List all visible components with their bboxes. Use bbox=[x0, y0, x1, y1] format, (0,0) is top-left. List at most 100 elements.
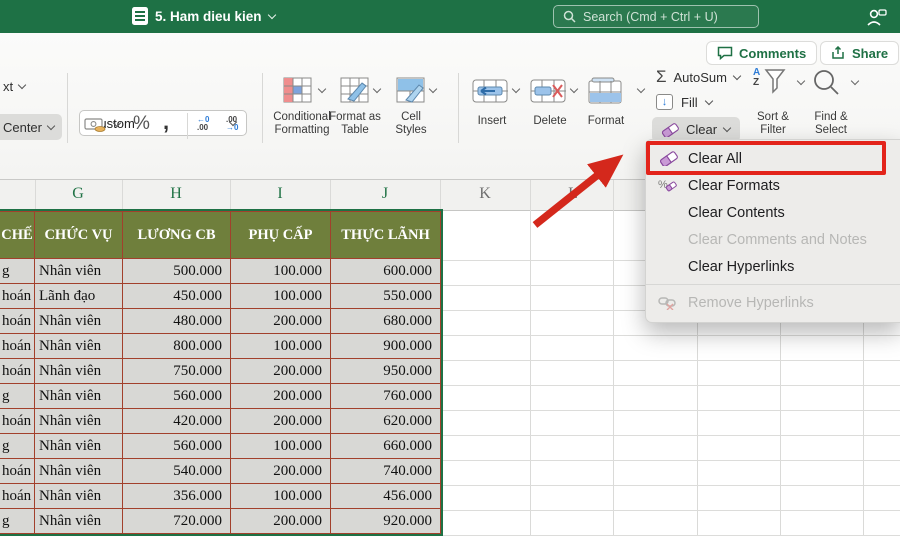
table-cell[interactable]: Nhân viên bbox=[34, 358, 123, 384]
table-cell[interactable]: 200.000 bbox=[230, 408, 331, 434]
table-cell[interactable]: 560.000 bbox=[122, 433, 231, 459]
chevron-down-icon[interactable] bbox=[317, 84, 327, 94]
table-cell[interactable]: Nhân viên bbox=[34, 408, 123, 434]
table-cell[interactable]: g bbox=[0, 258, 35, 284]
table-cell[interactable]: hoán bbox=[0, 358, 35, 384]
table-cell[interactable]: 800.000 bbox=[122, 333, 231, 359]
table-cell[interactable]: 450.000 bbox=[122, 283, 231, 309]
table-cell[interactable]: 920.000 bbox=[330, 508, 441, 534]
table-cell[interactable]: 500.000 bbox=[122, 258, 231, 284]
column-letter-I[interactable]: I bbox=[277, 185, 282, 203]
table-cell[interactable]: Nhân viên bbox=[34, 483, 123, 509]
percent-style-button[interactable]: % bbox=[133, 113, 150, 135]
table-cell[interactable]: 200.000 bbox=[230, 308, 331, 334]
wrap-text-button-partial[interactable]: xt bbox=[3, 79, 27, 94]
table-cell[interactable]: Nhân viên bbox=[34, 308, 123, 334]
chevron-down-icon[interactable] bbox=[636, 84, 646, 94]
table-cell[interactable]: hoán bbox=[0, 308, 35, 334]
table-cell[interactable]: 100.000 bbox=[230, 283, 331, 309]
menu-item-clear-hyperlinks[interactable]: Clear Hyperlinks bbox=[646, 253, 900, 280]
chevron-down-icon[interactable] bbox=[428, 84, 438, 94]
find-select-button[interactable] bbox=[812, 69, 840, 102]
table-cell[interactable]: g bbox=[0, 433, 35, 459]
table-cell[interactable]: Nhân viên bbox=[34, 458, 123, 484]
account-button[interactable] bbox=[866, 7, 888, 27]
comments-button[interactable]: Comments bbox=[706, 41, 818, 65]
chevron-down-icon[interactable] bbox=[511, 84, 521, 94]
table-cell[interactable]: 200.000 bbox=[230, 358, 331, 384]
table-cell[interactable]: hoán bbox=[0, 458, 35, 484]
cell-styles-button[interactable] bbox=[396, 77, 426, 109]
table-header-cell[interactable]: PHỤ CẤP bbox=[230, 211, 331, 259]
table-cell[interactable]: 740.000 bbox=[330, 458, 441, 484]
table-cell[interactable]: 760.000 bbox=[330, 383, 441, 409]
table-cell[interactable]: Nhân viên bbox=[34, 433, 123, 459]
increase-decimal-button[interactable]: .00 →0 bbox=[226, 116, 238, 132]
fill-button[interactable]: ↓ Fill bbox=[656, 94, 713, 110]
search-input[interactable]: Search (Cmd + Ctrl + U) bbox=[553, 5, 759, 28]
chevron-down-icon[interactable] bbox=[796, 76, 806, 86]
table-cell[interactable]: 420.000 bbox=[122, 408, 231, 434]
table-cell[interactable]: 100.000 bbox=[230, 258, 331, 284]
table-cell[interactable]: Nhân viên bbox=[34, 258, 123, 284]
table-cell[interactable]: 560.000 bbox=[122, 383, 231, 409]
table-cell[interactable]: 100.000 bbox=[230, 433, 331, 459]
comma-style-button[interactable]: , bbox=[163, 109, 169, 135]
share-button[interactable]: Share bbox=[820, 41, 900, 65]
table-row: hoán Nhân viên 800.000 100.000 900.000 bbox=[0, 333, 441, 359]
table-cell[interactable]: 200.000 bbox=[230, 458, 331, 484]
table-header-cell[interactable]: CHỨC VỤ bbox=[34, 211, 123, 259]
data-table[interactable]: CHẾ CHỨC VỤ LƯƠNG CB PHỤ CẤP THỰC LÃNH g Nhân… bbox=[0, 209, 443, 536]
table-header-cell[interactable]: CHẾ bbox=[0, 211, 35, 259]
accounting-format-button[interactable] bbox=[84, 117, 108, 138]
table-cell[interactable]: 680.000 bbox=[330, 308, 441, 334]
table-cell[interactable]: 720.000 bbox=[122, 508, 231, 534]
chevron-down-icon[interactable] bbox=[569, 84, 579, 94]
document-title[interactable]: 5. Ham dieu kien bbox=[132, 7, 276, 25]
column-letter-G[interactable]: G bbox=[72, 185, 84, 203]
conditional-formatting-button[interactable] bbox=[283, 77, 313, 109]
table-header-cell[interactable]: THỰC LÃNH bbox=[330, 211, 441, 259]
menu-item-clear-formats[interactable]: % Clear Formats bbox=[646, 172, 900, 199]
table-cell[interactable]: hoán bbox=[0, 283, 35, 309]
table-cell[interactable]: 660.000 bbox=[330, 433, 441, 459]
table-cell[interactable]: 200.000 bbox=[230, 383, 331, 409]
autosum-button[interactable]: Σ AutoSum bbox=[656, 67, 742, 87]
chevron-down-icon[interactable] bbox=[850, 76, 860, 86]
table-cell[interactable]: 480.000 bbox=[122, 308, 231, 334]
column-letter-J[interactable]: J bbox=[382, 185, 388, 203]
table-cell[interactable]: 750.000 bbox=[122, 358, 231, 384]
delete-cells-button[interactable] bbox=[530, 79, 566, 108]
column-letter-H[interactable]: H bbox=[170, 185, 182, 203]
table-cell[interactable]: hoán bbox=[0, 333, 35, 359]
format-cells-button[interactable] bbox=[588, 77, 622, 109]
table-cell[interactable]: 100.000 bbox=[230, 483, 331, 509]
table-cell[interactable]: Lãnh đạo bbox=[34, 283, 123, 309]
table-cell[interactable]: Nhân viên bbox=[34, 508, 123, 534]
table-cell[interactable]: 600.000 bbox=[330, 258, 441, 284]
table-cell[interactable]: 200.000 bbox=[230, 508, 331, 534]
table-cell[interactable]: 620.000 bbox=[330, 408, 441, 434]
menu-item-clear-contents[interactable]: Clear Contents bbox=[646, 199, 900, 226]
decrease-decimal-button[interactable]: ←0 .00 bbox=[197, 116, 209, 132]
table-cell[interactable]: g bbox=[0, 508, 35, 534]
table-cell[interactable]: 950.000 bbox=[330, 358, 441, 384]
chevron-down-icon[interactable] bbox=[372, 84, 382, 94]
column-letter-K[interactable]: K bbox=[479, 185, 491, 203]
table-cell[interactable]: g bbox=[0, 383, 35, 409]
table-cell[interactable]: 356.000 bbox=[122, 483, 231, 509]
table-cell[interactable]: 540.000 bbox=[122, 458, 231, 484]
table-cell[interactable]: hoán bbox=[0, 408, 35, 434]
table-cell[interactable]: 100.000 bbox=[230, 333, 331, 359]
table-cell[interactable]: 900.000 bbox=[330, 333, 441, 359]
table-header-cell[interactable]: LƯƠNG CB bbox=[122, 211, 231, 259]
table-cell[interactable]: 456.000 bbox=[330, 483, 441, 509]
sort-filter-button[interactable]: A Z bbox=[753, 68, 788, 99]
insert-cells-button[interactable] bbox=[472, 79, 508, 108]
table-cell[interactable]: Nhân viên bbox=[34, 333, 123, 359]
format-as-table-button[interactable] bbox=[340, 77, 370, 109]
table-cell[interactable]: Nhân viên bbox=[34, 383, 123, 409]
merge-center-button[interactable]: Center bbox=[0, 114, 62, 140]
table-cell[interactable]: 550.000 bbox=[330, 283, 441, 309]
table-cell[interactable]: hoán bbox=[0, 483, 35, 509]
